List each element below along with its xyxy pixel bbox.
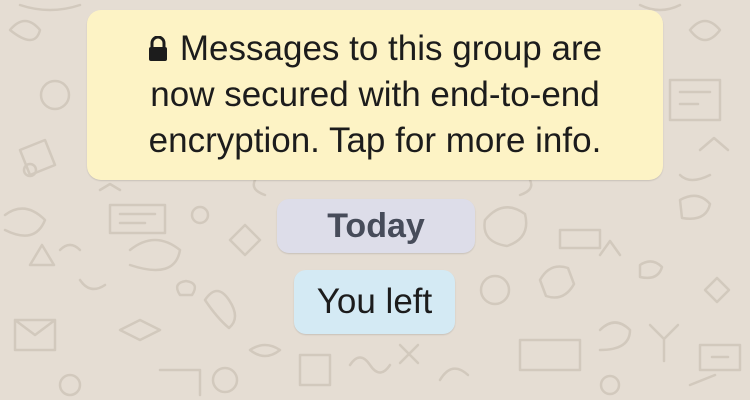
encryption-notice-line-3: encryption. Tap for more info. (148, 121, 602, 160)
encryption-notice-text-1: Messages to this group are (179, 29, 603, 68)
date-separator: Today (277, 199, 475, 253)
encryption-notice-line-1: Messages to this group are (105, 26, 645, 72)
encryption-notice-line-2: now secured with end-to-end (150, 75, 600, 114)
encryption-notice[interactable]: Messages to this group are now secured w… (87, 10, 663, 180)
lock-icon (148, 36, 167, 61)
system-message: You left (294, 270, 455, 334)
